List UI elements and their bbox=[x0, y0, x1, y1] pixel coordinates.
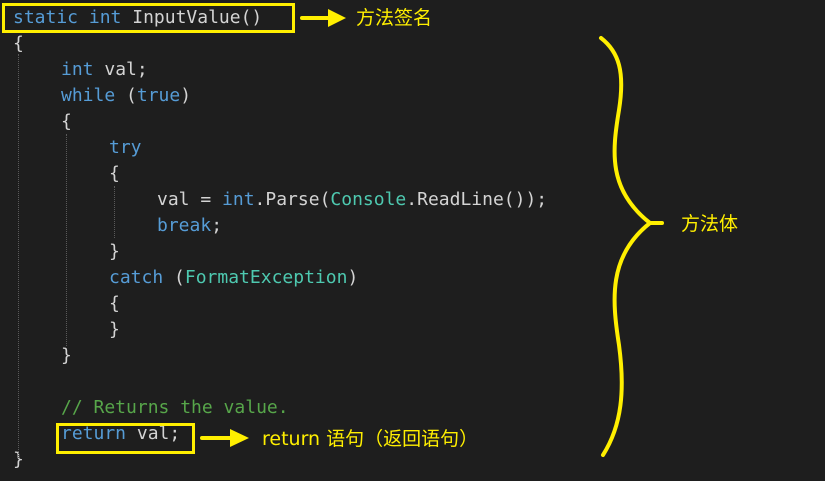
return-statement-label: return 语句（返回语句） bbox=[262, 428, 479, 450]
code-editor: static int InputValue(){int val; while (t… bbox=[0, 0, 825, 481]
curly-brace-icon bbox=[599, 36, 652, 457]
signature-arrow-icon bbox=[300, 9, 346, 27]
method-body-label: 方法体 bbox=[681, 213, 739, 235]
method-signature-label: 方法签名 bbox=[356, 7, 433, 29]
annotation-overlay bbox=[200, 9, 664, 457]
return-arrow-icon bbox=[200, 429, 249, 447]
